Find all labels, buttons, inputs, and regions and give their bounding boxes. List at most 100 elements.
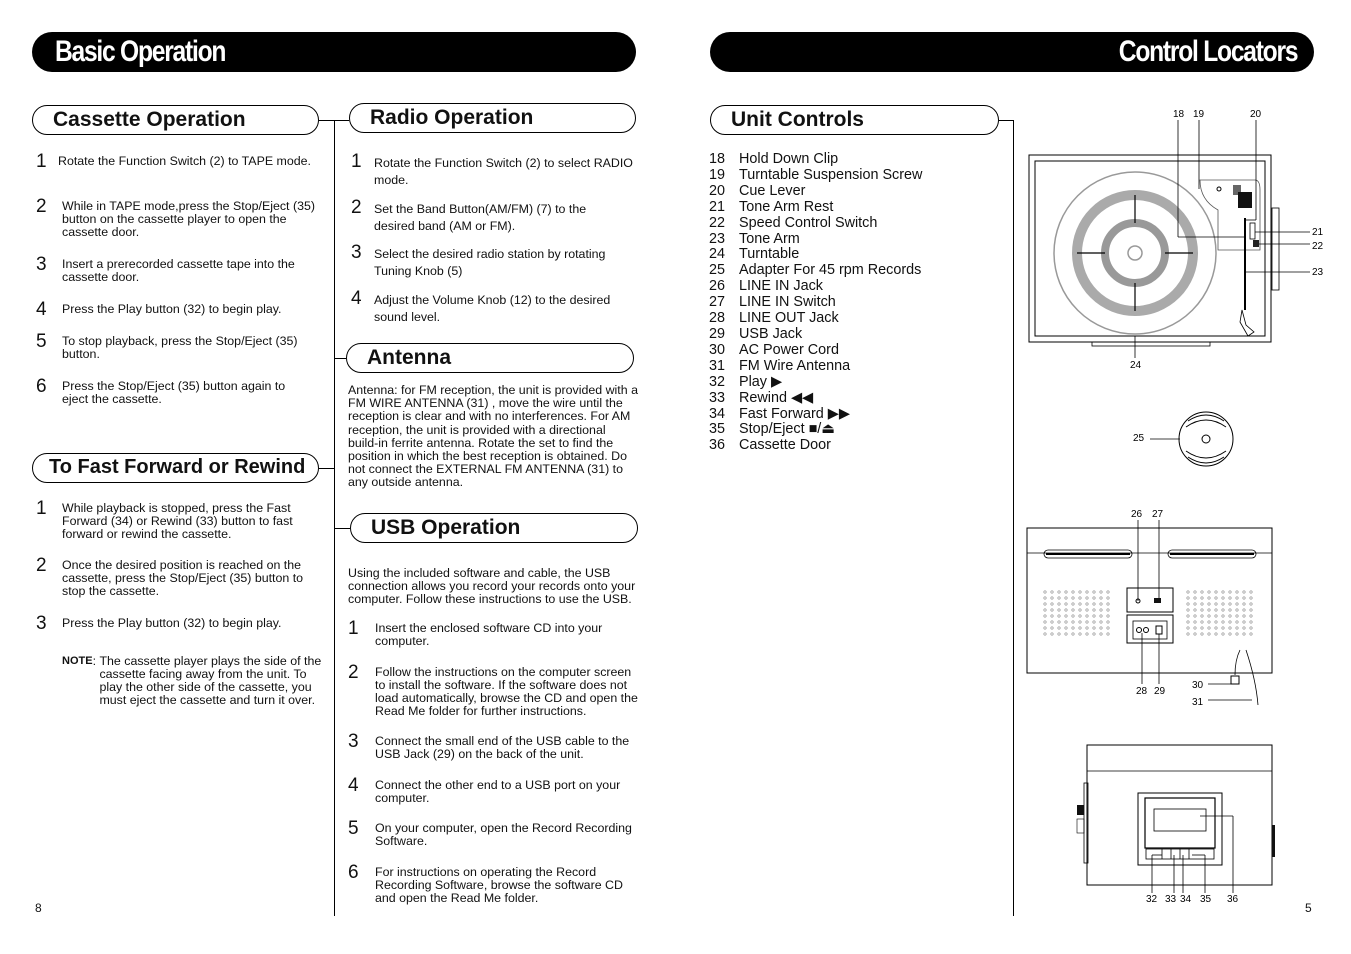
column-divider — [1013, 120, 1014, 916]
grille-hole — [1242, 614, 1246, 618]
callout-21: 21 — [1312, 227, 1324, 238]
callout-33: 33 — [1165, 894, 1177, 905]
grille-hole — [1235, 626, 1239, 630]
grille-hole — [1193, 596, 1197, 600]
platter-inner-ring — [1101, 219, 1169, 287]
headshell — [1239, 309, 1255, 337]
grille-hole — [1242, 632, 1246, 636]
grille-hole — [1092, 626, 1096, 630]
control-item: 25 Adapter For 45 rpm Records — [709, 262, 922, 279]
callout-22: 22 — [1312, 241, 1324, 252]
antenna-description: Antenna: for FM reception, the unit is p… — [348, 383, 638, 490]
grille-hole — [1214, 632, 1218, 636]
grille-hole — [1099, 590, 1103, 594]
grille-hole — [1071, 596, 1075, 600]
grille-hole — [1043, 602, 1047, 606]
grille-hole — [1207, 626, 1211, 630]
grille-hole — [1085, 608, 1089, 612]
grille-hole — [1078, 626, 1082, 630]
grille-hole — [1043, 626, 1047, 630]
control-item: 24 Turntable — [709, 246, 800, 263]
callout-20: 20 — [1250, 109, 1262, 120]
control-item: 23 Tone Arm — [709, 230, 800, 247]
grille-hole — [1249, 608, 1253, 612]
grille-hole — [1186, 626, 1190, 630]
grille-hole — [1064, 608, 1068, 612]
grille-hole — [1043, 632, 1047, 636]
grille-hole — [1207, 602, 1211, 606]
grille-hole — [1221, 596, 1225, 600]
grille-hole — [1106, 596, 1110, 600]
control-item: 30 AC Power Cord — [709, 341, 839, 358]
page-number-right: 5 — [1305, 901, 1312, 915]
grille-hole — [1214, 590, 1218, 594]
fm-antenna-wire — [1245, 649, 1259, 706]
grille-hole — [1050, 608, 1054, 612]
grille-hole — [1085, 590, 1089, 594]
section-heading-fast-forward-rewind: To Fast Forward or Rewind — [32, 453, 319, 483]
control-item: 31 FM Wire Antenna — [709, 357, 851, 374]
grille-hole — [1043, 608, 1047, 612]
grille-hole — [1214, 596, 1218, 600]
grille-hole — [1242, 602, 1246, 606]
grille-hole — [1200, 626, 1204, 630]
grille-hole — [1235, 632, 1239, 636]
grille-hole — [1193, 620, 1197, 624]
callout-32: 32 — [1146, 894, 1158, 905]
connector-line — [999, 120, 1013, 121]
grille-hole — [1078, 596, 1082, 600]
grille-hole — [1200, 596, 1204, 600]
grille-hole — [1078, 602, 1082, 606]
grille-hole — [1249, 632, 1253, 636]
callout-34: 34 — [1180, 894, 1192, 905]
grille-hole — [1106, 590, 1110, 594]
grille-hole — [1235, 614, 1239, 618]
grille-hole — [1228, 614, 1232, 618]
grille-hole — [1106, 632, 1110, 636]
power-cord — [1234, 649, 1241, 676]
grille-hole — [1235, 590, 1239, 594]
grille-hole — [1099, 602, 1103, 606]
section-heading-radio-operation: Radio Operation — [349, 103, 636, 133]
grille-hole — [1085, 632, 1089, 636]
grille-hole — [1043, 620, 1047, 624]
grille-hole — [1242, 596, 1246, 600]
grille-hole — [1242, 620, 1246, 624]
grille-hole — [1228, 602, 1232, 606]
adapter-45rpm-diagram: 25 — [1133, 411, 1234, 467]
grille-hole — [1228, 620, 1232, 624]
grille-hole — [1235, 608, 1239, 612]
grille-hole — [1214, 626, 1218, 630]
grille-hole — [1099, 632, 1103, 636]
grille-hole — [1071, 620, 1075, 624]
grille-hole — [1221, 614, 1225, 618]
grille-hole — [1050, 614, 1054, 618]
grille-hole — [1193, 626, 1197, 630]
grille-hole — [1064, 590, 1068, 594]
grille-hole — [1242, 626, 1246, 630]
control-item: 32 Play ▶ — [709, 373, 783, 390]
side-view-diagram: 32 33 34 35 36 — [1076, 744, 1275, 905]
grille-hole — [1249, 626, 1253, 630]
grille-hole — [1050, 590, 1054, 594]
grille-hole — [1099, 596, 1103, 600]
grille-hole — [1207, 608, 1211, 612]
grille-hole — [1249, 590, 1253, 594]
grille-hole — [1057, 608, 1061, 612]
grille-hole — [1050, 620, 1054, 624]
grille-hole — [1221, 632, 1225, 636]
grille-hole — [1106, 614, 1110, 618]
grille-hole — [1064, 620, 1068, 624]
grille-hole — [1085, 602, 1089, 606]
grille-hole — [1092, 632, 1096, 636]
grille-hole — [1235, 602, 1239, 606]
front-lip — [1091, 341, 1211, 347]
grille-hole — [1071, 608, 1075, 612]
grille-hole — [1221, 626, 1225, 630]
side-cabinet — [1086, 744, 1273, 886]
grille-hole — [1085, 620, 1089, 624]
grille-hole — [1099, 626, 1103, 630]
grille-hole — [1193, 602, 1197, 606]
tonearm-base — [1199, 179, 1261, 251]
grille-hole — [1193, 608, 1197, 612]
